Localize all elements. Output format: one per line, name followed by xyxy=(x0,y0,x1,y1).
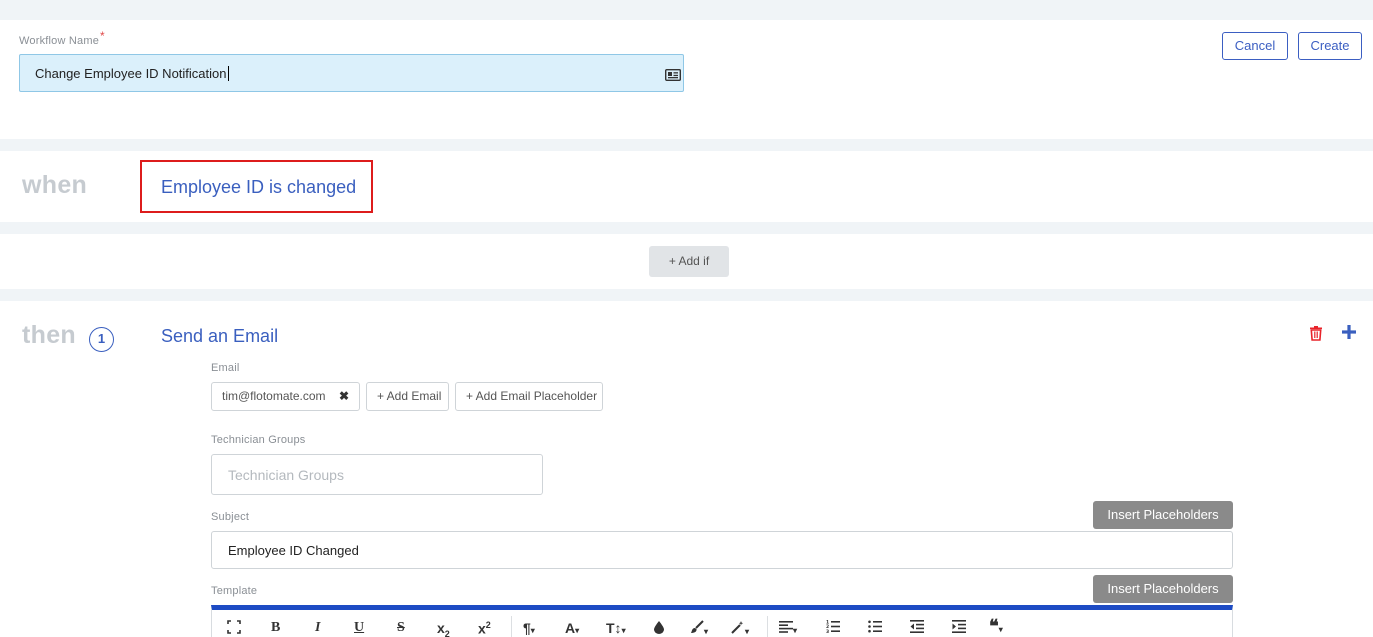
strikethrough-icon[interactable]: S xyxy=(397,620,405,636)
outdent-icon[interactable] xyxy=(910,620,924,636)
trigger-highlight[interactable]: Employee ID is changed xyxy=(140,160,373,213)
ordered-list-icon[interactable]: 123 xyxy=(826,620,840,636)
paint-color-icon[interactable] xyxy=(653,620,665,637)
font-size-icon[interactable]: T↕▾ xyxy=(606,620,626,636)
italic-icon[interactable]: I xyxy=(315,620,320,636)
unordered-list-icon[interactable] xyxy=(868,620,882,636)
subject-input[interactable]: Employee ID Changed xyxy=(211,531,1233,569)
fullscreen-icon[interactable] xyxy=(227,620,241,637)
text-caret xyxy=(227,66,229,81)
add-email-button[interactable]: + Add Email xyxy=(366,382,449,411)
technician-groups-label: Technician Groups xyxy=(211,434,306,446)
cancel-button[interactable]: Cancel xyxy=(1222,32,1288,60)
email-chip-label: tim@flotomate.com xyxy=(222,389,326,403)
toolbar-separator xyxy=(767,616,768,637)
bold-icon[interactable]: B xyxy=(271,620,280,636)
add-if-card: + Add if xyxy=(0,234,1373,289)
paragraph-format-icon[interactable]: ¶▾ xyxy=(523,620,535,636)
technician-groups-placeholder: Technician Groups xyxy=(228,467,344,483)
when-card: when Employee ID is changed xyxy=(0,151,1373,222)
magic-wand-icon[interactable]: ▾ xyxy=(731,620,749,637)
subscript-icon[interactable]: x2 xyxy=(437,620,450,637)
indent-icon[interactable] xyxy=(952,620,966,636)
step-number-badge: 1 xyxy=(89,327,114,352)
workflow-name-label: Workflow Name* xyxy=(19,29,105,47)
email-chip: tim@flotomate.com ✖ xyxy=(211,382,360,411)
align-icon[interactable]: ▾ xyxy=(779,620,797,636)
technician-groups-input[interactable]: Technician Groups xyxy=(211,454,543,495)
id-card-icon[interactable] xyxy=(664,68,682,86)
when-keyword: when xyxy=(22,171,88,199)
email-label: Email xyxy=(211,362,240,374)
workflow-name-input[interactable]: Change Employee ID Notification xyxy=(19,54,684,92)
subject-label: Subject xyxy=(211,511,250,523)
toolbar-separator xyxy=(511,616,512,637)
subject-insert-placeholders-button[interactable]: Insert Placeholders xyxy=(1093,501,1233,529)
remove-email-icon[interactable]: ✖ xyxy=(339,383,349,410)
brush-icon[interactable]: ▾ xyxy=(690,620,708,637)
template-insert-placeholders-button[interactable]: Insert Placeholders xyxy=(1093,575,1233,603)
add-if-button[interactable]: + Add if xyxy=(649,246,729,277)
then-keyword: then xyxy=(22,321,76,349)
action-title[interactable]: Send an Email xyxy=(161,326,278,347)
create-button[interactable]: Create xyxy=(1298,32,1362,60)
underline-icon[interactable]: U xyxy=(354,620,364,636)
template-label: Template xyxy=(211,585,258,597)
superscript-icon[interactable]: x2 xyxy=(478,620,491,637)
quote-icon[interactable]: ❝▾ xyxy=(989,616,1003,637)
then-card: then 1 Send an Email Email tim@flotomate… xyxy=(0,301,1373,637)
font-color-icon[interactable]: A▾ xyxy=(565,620,579,636)
editor-toolbar: B I U S x2 x2 ¶▾ A▾ T↕▾ ▾ ▾ ▾ 123 ❝▾ xyxy=(211,605,1233,637)
subject-value: Employee ID Changed xyxy=(228,543,359,558)
trash-icon[interactable] xyxy=(1308,325,1324,346)
plus-icon[interactable] xyxy=(1341,324,1357,345)
add-email-placeholder-button[interactable]: + Add Email Placeholder xyxy=(455,382,603,411)
required-marker: * xyxy=(100,29,105,43)
workflow-name-card: Workflow Name* Change Employee ID Notifi… xyxy=(0,20,1373,139)
workflow-name-value: Change Employee ID Notification xyxy=(35,66,229,81)
svg-text:3: 3 xyxy=(826,629,829,633)
trigger-condition[interactable]: Employee ID is changed xyxy=(161,177,356,198)
